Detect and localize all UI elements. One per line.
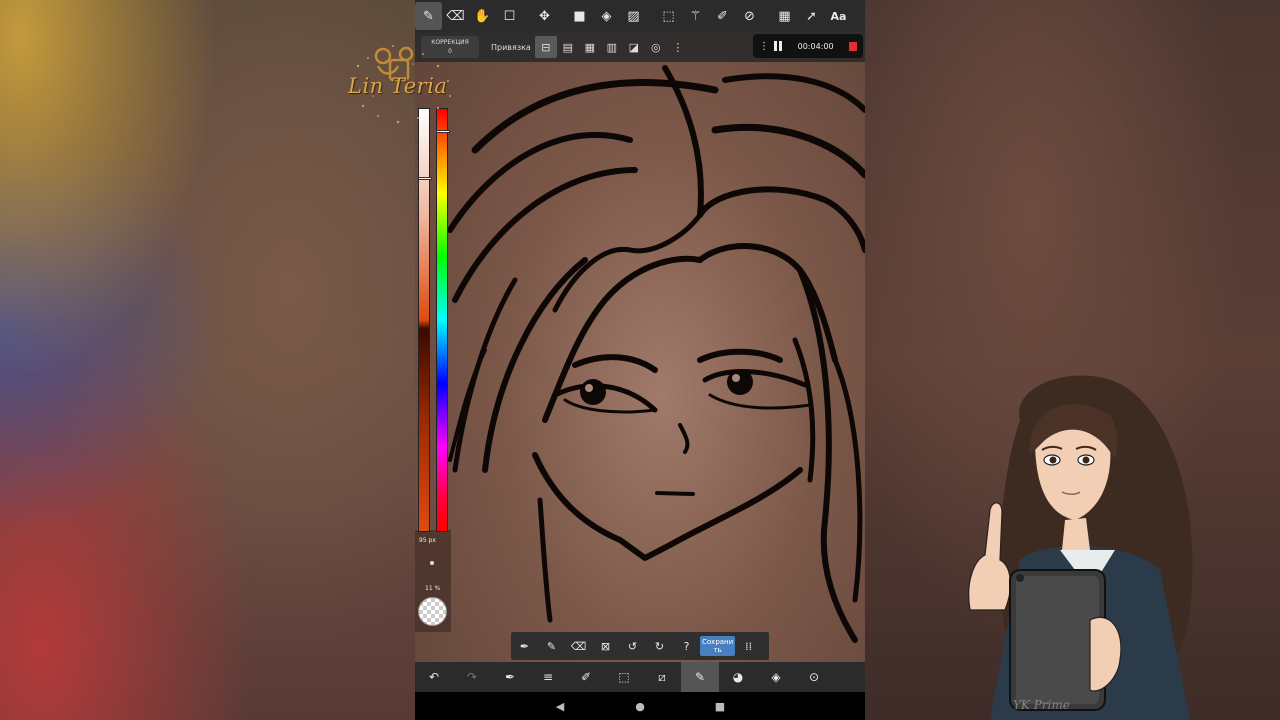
snap-grid-icon[interactable]: ▦ (579, 36, 601, 58)
eyedropper-bottom-icon[interactable]: ✒ (491, 662, 529, 692)
snap-perspective-icon[interactable]: ◪ (623, 36, 645, 58)
eyedropper-icon[interactable]: ✒ (511, 632, 538, 660)
more-options-icon[interactable]: ⋮ (667, 36, 689, 58)
select-rect-tool-icon[interactable]: ⬚ (655, 2, 682, 30)
fill-rect-tool-icon[interactable]: ■ (566, 2, 593, 30)
brush-bottom-icon[interactable]: ✎ (681, 662, 719, 692)
pointer-tool-icon[interactable]: ➚ (798, 2, 825, 30)
lightness-slider[interactable] (418, 108, 432, 532)
drawing-canvas[interactable] (415, 0, 865, 720)
snap-radial-icon[interactable]: ▥ (601, 36, 623, 58)
save-label-line2: ть (713, 646, 722, 654)
filter-tool-icon[interactable]: ▦ (771, 2, 798, 30)
grid-handle-icon[interactable]: ⁞⁞ (735, 632, 762, 660)
menu-icon[interactable]: ≡ (529, 662, 567, 692)
save-button[interactable]: Сохрани ть (700, 636, 736, 656)
shape-tool-icon[interactable]: ☐ (496, 2, 523, 30)
stop-record-icon[interactable] (848, 41, 857, 51)
bucket-tool-icon[interactable]: ◈ (593, 2, 620, 30)
select-eraser-tool-icon[interactable]: ⊘ (736, 2, 763, 30)
selection-icon[interactable]: ⬚ (605, 662, 643, 692)
brush-size-value[interactable]: 95 px (419, 537, 436, 544)
color-swatch[interactable] (418, 597, 447, 626)
gradient-tool-icon[interactable]: ▨ (620, 2, 647, 30)
magic-wand-tool-icon[interactable]: ⚚ (682, 2, 709, 30)
watermark-text: YK Prime (1013, 698, 1070, 712)
brush-size-preview-icon (430, 561, 434, 565)
main-toolbar: ✎ ⌫ ✋ ☐ ✥ ■ ◈ ▨ ⬚ ⚚ ✐ ⊘ ▦ ➚ Aa (415, 0, 865, 32)
recents-icon[interactable]: ■ (710, 700, 730, 713)
snap-label: Привязка (491, 42, 531, 52)
help-icon[interactable]: ? (673, 632, 700, 660)
hand-tool-icon[interactable]: ✋ (469, 2, 496, 30)
hue-slider-handle[interactable] (436, 130, 450, 133)
redo-icon[interactable]: ↷ (453, 662, 491, 692)
undo-circle-icon[interactable]: ↺ (619, 632, 646, 660)
bottom-toolbar: ↶ ↷ ✒ ≡ ✐ ⬚ ⧄ ✎ ◕ ◈ ⊙ (415, 662, 865, 692)
brush-tool-icon[interactable]: ✎ (415, 2, 442, 30)
screen-recorder-widget: ⋮ 00:04:00 (753, 34, 863, 58)
opacity-value[interactable]: 11 % (425, 585, 440, 592)
select-pen-tool-icon[interactable]: ✐ (709, 2, 736, 30)
android-nav-bar: ◀ ● ■ (415, 692, 865, 720)
transform-icon[interactable]: ⧄ (643, 662, 681, 692)
save-label-line1: Сохрани (702, 638, 734, 646)
eraser-icon[interactable]: ⌫ (565, 632, 592, 660)
recorder-menu-icon[interactable]: ⋮ (759, 41, 770, 52)
hue-slider[interactable] (436, 108, 450, 532)
logo-text: Lin Teria (348, 74, 448, 98)
move-tool-icon[interactable]: ✥ (531, 2, 558, 30)
snap-off-icon[interactable]: ⊟ (534, 36, 557, 58)
palette-icon[interactable]: ◕ (719, 662, 757, 692)
pen-icon[interactable]: ✎ (538, 632, 565, 660)
redo-circle-icon[interactable]: ↻ (646, 632, 673, 660)
drawing-app: ✎ ⌫ ✋ ☐ ✥ ■ ◈ ▨ ⬚ ⚚ ✐ ⊘ ▦ ➚ Aa КОРРЕКЦИЯ… (415, 0, 865, 720)
clear-icon[interactable]: ⊠ (592, 632, 619, 660)
snap-circle-icon[interactable]: ◎ (645, 36, 667, 58)
quick-action-bar: ✒ ✎ ⌫ ⊠ ↺ ↻ ? Сохрани ть ⁞⁞ (511, 632, 769, 660)
lightness-slider-handle[interactable] (418, 177, 432, 180)
home-icon[interactable]: ● (630, 700, 650, 713)
settings-icon[interactable]: ⊙ (795, 662, 833, 692)
recording-time: 00:04:00 (797, 41, 834, 51)
snap-parallel-icon[interactable]: ▤ (557, 36, 579, 58)
presenter-avatar-illustration (968, 375, 1193, 720)
channel-logo: Lin Teria (338, 36, 462, 128)
eraser-tool-icon[interactable]: ⌫ (442, 2, 469, 30)
edit-icon[interactable]: ✐ (567, 662, 605, 692)
sketch-lineart (447, 65, 865, 643)
back-icon[interactable]: ◀ (550, 700, 570, 713)
text-tool-button[interactable]: Aa (825, 2, 852, 30)
pause-icon[interactable] (774, 41, 783, 51)
undo-icon[interactable]: ↶ (415, 662, 453, 692)
layers-icon[interactable]: ◈ (757, 662, 795, 692)
